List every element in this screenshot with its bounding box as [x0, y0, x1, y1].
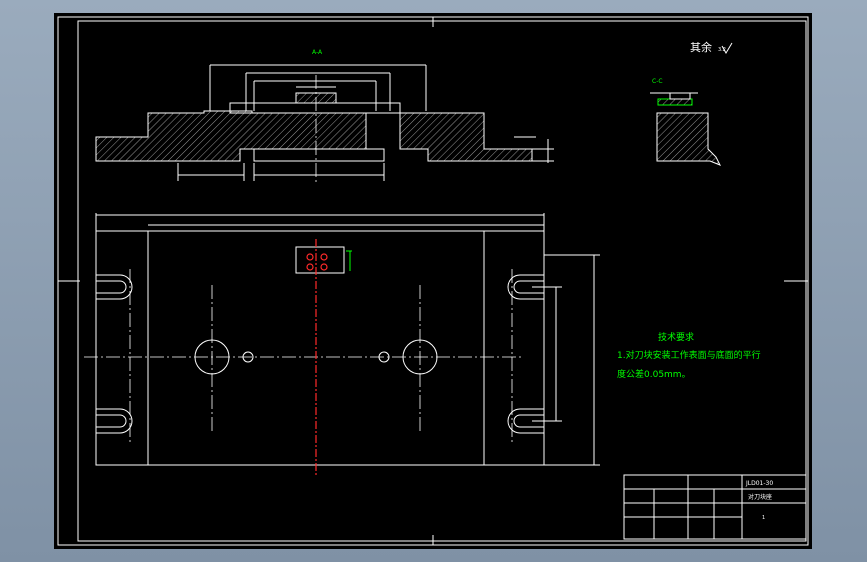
screw-hole-icon	[320, 263, 328, 271]
drawing-canvas: A-A 其余 3.2 C-C 技术要求 1.对刀块安装工作表面与底面的平行 度公…	[57, 16, 809, 546]
detail-view-c-c: C-C	[650, 78, 722, 166]
tech-req-title: 技术要求	[658, 331, 694, 343]
plan-view	[84, 213, 600, 477]
detail-body	[656, 112, 722, 166]
drawing-number: JLD01-30	[745, 480, 773, 487]
detail-label: C-C	[652, 78, 663, 85]
detail-block	[657, 98, 693, 106]
slot-bottom-left	[96, 408, 133, 434]
screw-hole-icon	[306, 253, 314, 261]
sheet-number: 1	[762, 515, 765, 521]
detail-screw	[669, 92, 691, 100]
roughness-note: 其余 3.2	[690, 40, 733, 54]
outer-frame	[57, 16, 809, 546]
slot-top-left-inner	[96, 280, 127, 294]
title-block: JLD01-30 对刀块座 1	[623, 474, 807, 540]
drawing-sheet: A-A 其余 3.2 C-C 技术要求 1.对刀块安装工作表面与底面的平行 度公…	[54, 13, 812, 549]
tech-req-line2: 度公差0.05mm。	[617, 368, 691, 380]
tech-req-line1: 1.对刀块安装工作表面与底面的平行	[617, 349, 761, 361]
section-view-a-a: A-A	[95, 49, 554, 183]
roughness-label: 其余	[690, 40, 712, 54]
slot-bottom-left-inner	[96, 414, 127, 428]
title-block-frame	[623, 474, 807, 540]
screw-hole-icon	[306, 263, 314, 271]
base-section-right	[399, 112, 533, 162]
block-seat	[229, 102, 401, 114]
inner-frame	[77, 20, 807, 542]
setting-block	[295, 246, 345, 274]
slot-top-left	[96, 274, 133, 300]
bottom-slot	[253, 148, 385, 162]
technical-requirements: 技术要求 1.对刀块安装工作表面与底面的平行 度公差0.05mm。	[617, 331, 761, 380]
cad-viewport[interactable]: A-A 其余 3.2 C-C 技术要求 1.对刀块安装工作表面与底面的平行 度公…	[0, 0, 867, 562]
plate-outline	[95, 230, 545, 466]
part-name: 对刀块座	[748, 493, 772, 501]
section-label: A-A	[312, 49, 323, 56]
screw-hole-icon	[320, 253, 328, 261]
